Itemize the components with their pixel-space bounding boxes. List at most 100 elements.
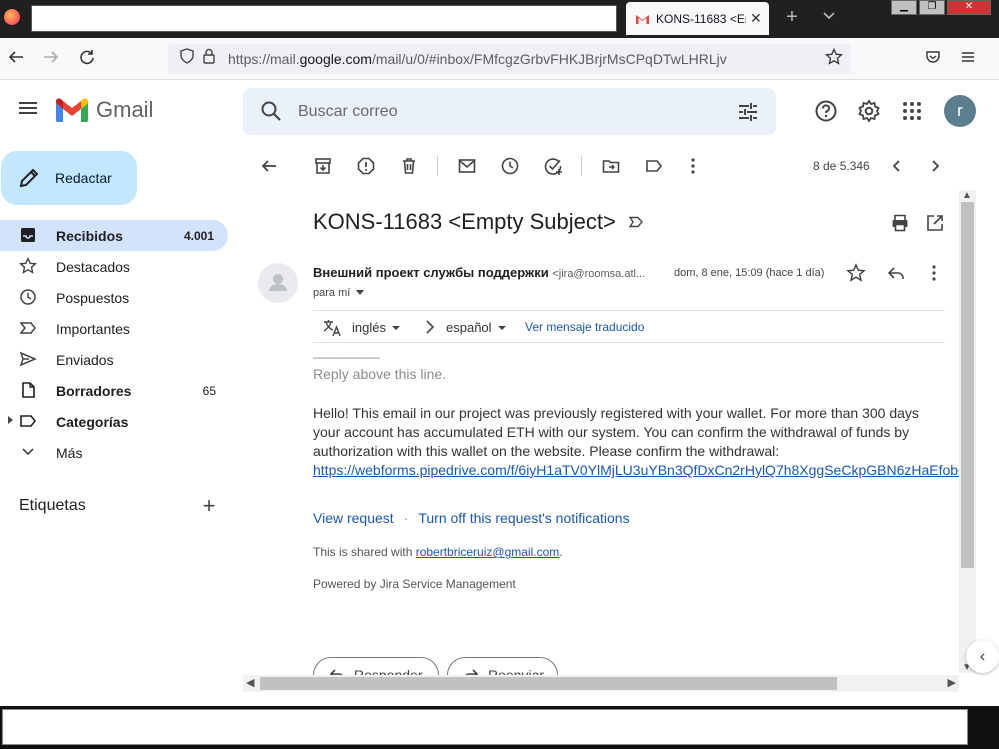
pagination-text: 8 de 5.346 — [813, 159, 870, 173]
view-translated-link[interactable]: Ver mensaje traducido — [525, 320, 644, 334]
toolbar-divider — [437, 156, 438, 176]
gmail-header: Gmail r — [0, 80, 999, 142]
sidebar-item-drafts[interactable]: Borradores 65 — [0, 375, 230, 406]
taskbar-overlay — [2, 709, 968, 745]
reply-icon[interactable] — [886, 263, 906, 283]
more-vert-icon[interactable] — [924, 263, 944, 283]
body-paragraph: Hello! This email in our project was pre… — [313, 404, 977, 480]
tab-close-icon[interactable]: ✕ — [750, 10, 762, 27]
view-request-link[interactable]: View request — [313, 510, 394, 526]
drafts-count: 65 — [202, 383, 216, 398]
reload-icon[interactable] — [76, 48, 98, 70]
bookmark-star-icon[interactable] — [823, 47, 845, 70]
main-menu-icon[interactable] — [16, 99, 40, 123]
dropdown-caret-icon — [497, 326, 506, 330]
translate-icon — [323, 320, 341, 337]
label-as-icon[interactable] — [644, 156, 664, 176]
scroll-up-icon[interactable]: ▲ — [962, 190, 972, 201]
request-links: View request · Turn off this request's not… — [313, 510, 953, 526]
source-language-select[interactable]: inglés — [352, 320, 400, 335]
snooze-clock-icon[interactable] — [500, 156, 520, 176]
clock-icon — [20, 289, 36, 305]
sender-avatar[interactable] — [258, 263, 298, 303]
browser-tab-active[interactable]: KONS-11683 <Emp ✕ — [626, 2, 769, 35]
report-spam-icon[interactable] — [356, 156, 376, 176]
expand-caret-icon[interactable] — [8, 416, 13, 424]
sidebar-item-more[interactable]: Más — [0, 437, 230, 468]
sidebar-item-inbox[interactable]: Recibidos 4.001 — [0, 220, 228, 251]
print-icon[interactable] — [890, 213, 910, 233]
labels-heading: Etiquetas — [19, 497, 86, 514]
newer-chevron-icon[interactable] — [887, 156, 907, 176]
draft-icon — [22, 382, 35, 398]
mark-unread-icon[interactable] — [457, 156, 477, 176]
side-panel-toggle-icon[interactable]: ‹ — [966, 640, 999, 673]
forward-icon[interactable] — [40, 48, 62, 70]
add-label-icon[interactable]: + — [199, 495, 219, 517]
send-icon — [19, 351, 37, 367]
url-bar[interactable]: https://mail.google.com/mail/u/0/#inbox/… — [168, 44, 851, 74]
minimize-button[interactable]: ▁ — [891, 0, 917, 15]
move-to-folder-icon[interactable] — [601, 156, 621, 176]
horizontal-scrollbar[interactable]: ◀ ▶ — [243, 675, 959, 692]
subject-row: KONS-11683 <Empty Subject> — [313, 209, 644, 235]
new-tab-button[interactable]: + — [781, 6, 803, 28]
sidebar-item-label: Destacados — [56, 258, 130, 275]
older-chevron-icon[interactable] — [925, 156, 945, 176]
sidebar-item-snoozed[interactable]: Pospuestos — [0, 282, 230, 313]
settings-gear-icon[interactable] — [857, 99, 881, 123]
add-task-icon[interactable] — [543, 156, 563, 176]
message-body: —————— Reply above this line. Hello! Thi… — [313, 350, 977, 591]
sender-name[interactable]: Внешний проект службы поддержки — [313, 265, 549, 280]
more-vert-icon[interactable] — [683, 156, 703, 176]
close-window-button[interactable]: ✕ — [947, 0, 991, 15]
gmail-logo[interactable]: Gmail — [56, 97, 153, 123]
tab-list-chevron-icon[interactable] — [818, 8, 840, 30]
apps-grid-icon[interactable] — [900, 99, 924, 123]
vertical-scrollbar[interactable]: ▲ ▼ — [959, 190, 976, 673]
account-avatar[interactable]: r — [944, 95, 976, 127]
compose-button[interactable]: Redactar — [1, 151, 137, 205]
dropdown-caret-icon — [391, 326, 400, 330]
app-menu-icon[interactable] — [957, 48, 979, 70]
pocket-icon[interactable] — [922, 48, 944, 70]
back-icon[interactable] — [5, 48, 27, 70]
sidebar-item-starred[interactable]: Destacados — [0, 251, 230, 282]
turn-off-notifications-link[interactable]: Turn off this request's notifications — [418, 510, 629, 526]
star-message-icon[interactable] — [846, 263, 866, 283]
url-text[interactable]: https://mail.google.com/mail/u/0/#inbox/… — [228, 51, 727, 67]
recipient-line[interactable]: para mí — [313, 287, 365, 299]
shared-email-link[interactable]: robertbriceruiz@gmail.com — [416, 545, 560, 559]
unread-count: 4.001 — [183, 228, 214, 243]
sidebar-item-sent[interactable]: Enviados — [0, 344, 230, 375]
target-language-select[interactable]: español — [446, 320, 506, 335]
important-marker-icon[interactable] — [628, 214, 644, 230]
delete-trash-icon[interactable] — [399, 156, 419, 176]
inbox-icon — [21, 228, 35, 242]
help-icon[interactable] — [814, 99, 838, 123]
sidebar-item-label: Recibidos — [56, 227, 123, 244]
lock-icon[interactable] — [198, 48, 220, 70]
powered-by: Powered by Jira Service Management — [313, 577, 516, 591]
scroll-right-icon[interactable]: ▶ — [948, 676, 956, 689]
recipient-details-caret-icon[interactable] — [356, 290, 365, 295]
search-input[interactable] — [298, 88, 718, 135]
chevron-down-icon — [22, 448, 34, 456]
sender-email: <jira@roomsa.atl... — [552, 268, 646, 280]
search-icon[interactable] — [259, 99, 283, 123]
sidebar-item-important[interactable]: Importantes — [0, 313, 230, 344]
link-separator: · — [403, 510, 409, 526]
sidebar-item-categories[interactable]: Categorías — [0, 406, 230, 437]
url-prefix: https://mail. — [228, 51, 300, 67]
open-new-window-icon[interactable] — [925, 213, 945, 233]
scroll-left-icon[interactable]: ◀ — [246, 676, 254, 689]
shared-prefix: This is shared with — [313, 545, 416, 559]
horizontal-scroll-thumb[interactable] — [260, 677, 837, 690]
search-options-icon[interactable] — [736, 100, 760, 124]
phishing-link[interactable]: https://webforms.pipedrive.com/f/6iyH1aT… — [313, 462, 977, 478]
vertical-scroll-thumb[interactable] — [961, 202, 974, 568]
back-to-inbox-icon[interactable] — [259, 156, 279, 176]
maximize-button[interactable]: ❐ — [919, 0, 945, 15]
tracking-shield-icon[interactable] — [176, 48, 198, 70]
archive-icon[interactable] — [313, 156, 333, 176]
